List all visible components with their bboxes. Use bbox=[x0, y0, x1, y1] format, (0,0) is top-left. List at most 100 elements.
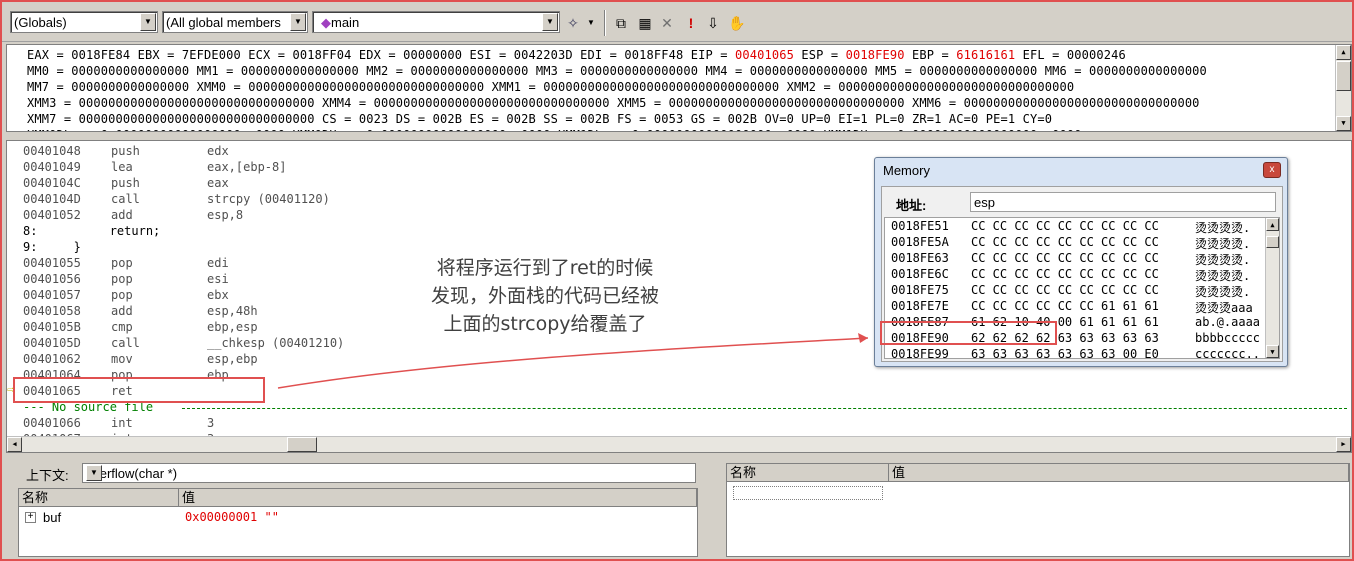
hand-icon[interactable]: ✋ bbox=[728, 14, 746, 32]
annotation-line-1: 将程序运行到了ret的时候 bbox=[436, 257, 654, 279]
asm-address: 00401062 bbox=[23, 352, 81, 366]
asm-opcode: mov bbox=[111, 352, 133, 366]
asm-opcode: call bbox=[111, 192, 140, 206]
build-icon[interactable]: ▦ bbox=[636, 14, 654, 32]
address-input-value: esp bbox=[974, 195, 995, 210]
function-combo-value: main bbox=[331, 15, 360, 30]
register-line: MM0 = 0000000000000000 MM1 = 00000000000… bbox=[27, 64, 1207, 78]
scroll-left-icon[interactable]: ◀ bbox=[7, 437, 22, 452]
register-text: XMM0DL = +0.00000000000000000e+0000 XMM0… bbox=[27, 128, 1082, 131]
scroll-down-icon[interactable]: ▼ bbox=[1336, 116, 1351, 131]
close-icon[interactable]: x bbox=[1263, 162, 1281, 178]
context-combo[interactable]: overflow(char *) ▼ bbox=[82, 463, 696, 483]
asm-address: 00401048 bbox=[23, 144, 81, 158]
memory-address: 0018FE7E bbox=[891, 299, 949, 313]
register-line: MM7 = 0000000000000000 XMM0 = 0000000000… bbox=[27, 80, 1074, 94]
asm-address: 0040105B bbox=[23, 320, 81, 334]
watch-grid[interactable]: 名称 值 bbox=[726, 463, 1350, 557]
locals-grid-header: 名称 值 bbox=[19, 489, 697, 507]
memory-ascii: 烫烫烫烫. bbox=[1195, 285, 1251, 299]
register-changed-value: 00401065 bbox=[734, 48, 794, 62]
watch-col-name[interactable]: 名称 bbox=[727, 464, 889, 482]
asm-address: 00401049 bbox=[23, 160, 81, 174]
local-variable-name[interactable]: buf bbox=[43, 510, 61, 525]
memory-scrollbar[interactable]: ▲ ▼ bbox=[1265, 218, 1279, 358]
exclamation-icon[interactable]: ! bbox=[682, 14, 700, 32]
scroll-thumb[interactable] bbox=[1266, 236, 1279, 248]
esp-row-highlight-box bbox=[880, 321, 1057, 345]
asm-address: 0040104C bbox=[23, 176, 81, 190]
stop-build-icon[interactable]: ✕ bbox=[658, 14, 676, 32]
asm-opcode: pop bbox=[111, 272, 133, 286]
memory-address: 0018FE6C bbox=[891, 267, 949, 281]
scroll-down-icon[interactable]: ▼ bbox=[1266, 345, 1279, 358]
address-input[interactable]: esp bbox=[970, 192, 1276, 212]
local-variable-value[interactable]: 0x00000001 "" bbox=[185, 510, 279, 524]
register-line: XMM7 = 00000000000000000000000000000000 … bbox=[27, 112, 1052, 126]
scroll-up-icon[interactable]: ▲ bbox=[1266, 218, 1279, 231]
no-source-divider bbox=[182, 408, 1347, 409]
annotation-line-3: 上面的strcopy给覆盖了 bbox=[443, 313, 647, 335]
register-text: ESP = bbox=[793, 48, 846, 62]
memory-bytes: CC CC CC CC CC CC CC CC CC bbox=[971, 235, 1159, 249]
toolbar: (Globals) ▼ (All global members ▼ ◆main … bbox=[2, 2, 1352, 42]
register-text: MM7 = 0000000000000000 XMM0 = 0000000000… bbox=[27, 80, 1075, 94]
watch-grid-header: 名称 值 bbox=[727, 464, 1349, 482]
annotation-line-2: 发现，外面栈的代码已经被 bbox=[430, 285, 659, 307]
locals-col-value[interactable]: 值 bbox=[179, 489, 697, 507]
asm-address: 00401055 bbox=[23, 256, 81, 270]
members-combo[interactable]: (All global members ▼ bbox=[162, 11, 308, 33]
memory-bytes: CC CC CC CC CC CC 61 61 61 bbox=[971, 299, 1159, 313]
annotation-text: 将程序运行到了ret的时候 发现，外面栈的代码已经被 上面的strcopy给覆盖… bbox=[400, 254, 690, 338]
scope-combo[interactable]: (Globals) ▼ bbox=[10, 11, 158, 33]
asm-operands: ebp,esp bbox=[207, 320, 258, 334]
scroll-thumb[interactable] bbox=[1336, 61, 1351, 91]
memory-address: 0018FE99 bbox=[891, 347, 949, 359]
memory-bytes: CC CC CC CC CC CC CC CC CC bbox=[971, 283, 1159, 297]
asm-operands: eax bbox=[207, 176, 229, 190]
asm-opcode: pop bbox=[111, 256, 133, 270]
asm-address: 0040105D bbox=[23, 336, 81, 350]
scroll-thumb[interactable] bbox=[287, 437, 317, 452]
disassembly-hscrollbar[interactable]: ◀ ▶ bbox=[7, 436, 1351, 452]
toolbar-dropdown-icon[interactable]: ▼ bbox=[582, 14, 600, 32]
asm-address: 00401052 bbox=[23, 208, 81, 222]
locals-col-name[interactable]: 名称 bbox=[19, 489, 179, 507]
register-line: XMM3 = 00000000000000000000000000000000 … bbox=[27, 96, 1200, 110]
asm-operands: __chkesp (00401210) bbox=[207, 336, 345, 350]
insert-breakpoint-icon[interactable]: ⇩ bbox=[704, 14, 722, 32]
memory-ascii: 烫烫烫aaa bbox=[1195, 301, 1253, 315]
watch-new-entry[interactable] bbox=[733, 486, 883, 500]
function-combo[interactable]: ◆main ▼ bbox=[312, 11, 560, 33]
memory-address: 0018FE75 bbox=[891, 283, 949, 297]
memory-bytes: CC CC CC CC CC CC CC CC CC bbox=[971, 219, 1159, 233]
chevron-down-icon[interactable]: ▼ bbox=[140, 13, 156, 31]
registers-window[interactable]: EAX = 0018FE84 EBX = 7EFDE000 ECX = 0018… bbox=[6, 44, 1352, 132]
asm-operands: edx bbox=[207, 144, 229, 158]
chevron-down-icon[interactable]: ▼ bbox=[290, 13, 306, 31]
chevron-down-icon[interactable]: ▼ bbox=[86, 465, 102, 481]
register-text: MM0 = 0000000000000000 MM1 = 00000000000… bbox=[27, 64, 1207, 78]
asm-address: 00401066 bbox=[23, 416, 81, 430]
source-line: 8: return; bbox=[23, 224, 161, 238]
scroll-right-icon[interactable]: ▶ bbox=[1336, 437, 1351, 452]
asm-address: 0040104D bbox=[23, 192, 81, 206]
memory-address: 0018FE5A bbox=[891, 235, 949, 249]
wizard-icon[interactable]: ✧ bbox=[564, 14, 582, 32]
compile-icon[interactable]: ⧉ bbox=[612, 14, 630, 32]
registers-scrollbar[interactable]: ▲ ▼ bbox=[1335, 45, 1351, 131]
locals-grid[interactable]: 名称 值 + buf 0x00000001 "" bbox=[18, 488, 698, 557]
memory-bytes: 63 63 63 63 63 63 63 00 E0 bbox=[971, 347, 1159, 359]
chevron-down-icon[interactable]: ▼ bbox=[542, 13, 558, 31]
asm-opcode: add bbox=[111, 208, 133, 222]
memory-ascii: 烫烫烫烫. bbox=[1195, 269, 1251, 283]
register-text: EBP = bbox=[904, 48, 957, 62]
expand-plus-icon[interactable]: + bbox=[25, 512, 36, 523]
asm-address: 00401056 bbox=[23, 272, 81, 286]
memory-bytes: CC CC CC CC CC CC CC CC CC bbox=[971, 251, 1159, 265]
scroll-up-icon[interactable]: ▲ bbox=[1336, 45, 1351, 60]
asm-operands: 3 bbox=[207, 416, 215, 430]
watch-col-value[interactable]: 值 bbox=[889, 464, 1349, 482]
asm-operands: esp,48h bbox=[207, 304, 258, 318]
memory-bytes: CC CC CC CC CC CC CC CC CC bbox=[971, 267, 1159, 281]
